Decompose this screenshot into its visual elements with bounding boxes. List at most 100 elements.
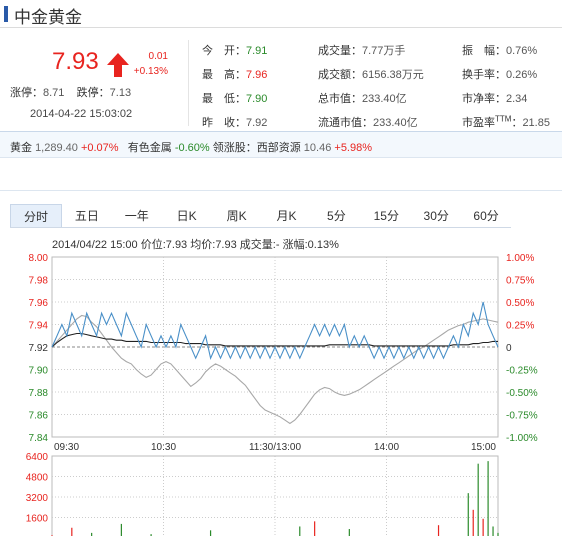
sector-panel: 黄金 1,289.40 +0.07% 有色金属 -0.60% 领涨股：西部资源 … xyxy=(0,131,562,191)
pct-tick-label: -0.25% xyxy=(506,366,538,377)
gold-change: +0.07% xyxy=(80,142,119,154)
pct-tick-label: 0.25% xyxy=(506,321,534,332)
volume-tick-label: 3200 xyxy=(26,493,49,504)
stat-5: 成交额：6156.38万元 xyxy=(318,66,424,82)
price-line xyxy=(51,301,499,360)
stat-label-suffix: ： xyxy=(511,117,523,129)
stat-label: 总市值： xyxy=(318,93,362,105)
stat-value: 21.85 xyxy=(522,117,550,129)
price-tick-label: 8.00 xyxy=(29,253,49,264)
stat-value: 233.40亿 xyxy=(373,117,418,129)
tab-3[interactable]: 日K xyxy=(162,204,212,227)
tab-8[interactable]: 30分 xyxy=(411,204,461,227)
sector-row: 黄金 1,289.40 +0.07% 有色金属 -0.60% 领涨股：西部资源 … xyxy=(0,132,562,158)
stat-0: 今 开：7.91 xyxy=(202,42,267,58)
price-tick-label: 7.94 xyxy=(29,321,49,332)
gold-label[interactable]: 黄金 xyxy=(10,142,32,154)
current-price: 7.93 xyxy=(52,48,99,75)
stat-value: 0.76% xyxy=(506,45,538,57)
stat-2: 最 低：7.90 xyxy=(202,90,267,106)
pct-tick-label: 0.75% xyxy=(506,276,534,287)
stat-10: 市净率：2.34 xyxy=(462,90,527,106)
price-tick-label: 7.86 xyxy=(29,411,49,422)
gold-value: 1,289.40 xyxy=(35,142,78,154)
stat-label: 换手率： xyxy=(462,69,506,81)
tab-2[interactable]: 一年 xyxy=(112,204,162,227)
quote-panel: 7.93 0.01 +0.13% 涨停：8.71 跌停：7.13 2014-04… xyxy=(0,36,562,130)
stat-label: 市净率： xyxy=(462,93,506,105)
stat-value: 6156.38万元 xyxy=(362,69,424,81)
stat-value: 7.90 xyxy=(246,93,268,105)
leader-label: 领涨股： xyxy=(212,142,257,154)
tab-4[interactable]: 周K xyxy=(212,204,262,227)
stat-label: 最 高： xyxy=(202,69,246,81)
price-tick-label: 7.98 xyxy=(29,276,49,287)
tab-1[interactable]: 五日 xyxy=(62,204,112,227)
metal-label[interactable]: 有色金属 xyxy=(128,142,172,154)
volume-tick-label: 1600 xyxy=(26,514,49,525)
stat-value: 0.26% xyxy=(506,69,538,81)
time-tick-label: 09:30 xyxy=(54,442,79,453)
time-tick-label: 14:00 xyxy=(374,442,399,453)
stat-value: 7.77万手 xyxy=(362,45,406,57)
limit-up-value: 8.71 xyxy=(43,87,65,99)
stat-label: 今 开： xyxy=(202,45,246,57)
stat-4: 成交量：7.77万手 xyxy=(318,42,405,58)
price-tick-label: 7.96 xyxy=(29,298,49,309)
stat-label: 成交额： xyxy=(318,69,362,81)
tab-9[interactable]: 60分 xyxy=(461,204,511,227)
leader-change: +5.98% xyxy=(334,142,373,154)
tab-5[interactable]: 月K xyxy=(262,204,312,227)
pct-tick-label: -0.75% xyxy=(506,411,538,422)
tab-6[interactable]: 5分 xyxy=(311,204,361,227)
title-marker xyxy=(4,6,8,22)
quote-datetime: 2014-04-22 15:03:02 xyxy=(30,108,133,120)
stat-11: 市盈率TTM：21.85 xyxy=(462,114,550,130)
stat-3: 昨 收：7.92 xyxy=(202,114,267,130)
price-tick-label: 7.88 xyxy=(29,388,49,399)
stat-value: 233.40亿 xyxy=(362,93,407,105)
leader-name[interactable]: 西部资源 xyxy=(257,142,301,154)
tab-7[interactable]: 15分 xyxy=(361,204,411,227)
title-bar: 中金黄金 xyxy=(0,0,562,28)
time-tick-label: 10:30 xyxy=(151,442,176,453)
price-limits: 涨停：8.71 跌停：7.13 xyxy=(10,84,131,100)
leader-price: 10.46 xyxy=(303,142,332,154)
pct-tick-label: -0.50% xyxy=(506,388,538,399)
chart-tabs: 分时 五日 一年 日K 周K 月K 5分 15分 30分 60分 xyxy=(10,204,511,228)
stat-6: 总市值：233.40亿 xyxy=(318,90,407,106)
time-tick-label: 11:30/13:00 xyxy=(249,442,302,453)
stat-label: 昨 收： xyxy=(202,117,246,129)
stock-name: 中金黄金 xyxy=(14,8,82,27)
volume-tick-label: 6400 xyxy=(26,452,49,463)
stat-7: 流通市值：233.40亿 xyxy=(318,114,418,130)
price-tick-label: 7.92 xyxy=(29,343,49,354)
stat-value: 7.92 xyxy=(246,117,268,129)
stat-label: 振 幅： xyxy=(462,45,506,57)
stat-1: 最 高：7.96 xyxy=(202,66,267,82)
time-tick-label: 15:00 xyxy=(471,442,496,453)
pct-tick-label: 0.50% xyxy=(506,298,534,309)
stat-value: 7.91 xyxy=(246,45,268,57)
stat-label-sup: TTM xyxy=(495,114,512,124)
stat-label: 最 低： xyxy=(202,93,246,105)
tab-0[interactable]: 分时 xyxy=(10,204,62,227)
limit-up-label: 涨停： xyxy=(10,87,43,99)
pct-tick-label: 0 xyxy=(506,343,512,354)
intraday-chart[interactable]: 8.00 1.00% 7.98 0.75% 7.96 0.50% 7.94 0.25% 7.92… xyxy=(0,248,562,536)
pct-tick-label: 1.00% xyxy=(506,253,534,264)
pct-tick-label: -1.00% xyxy=(506,433,538,444)
stat-value: 2.34 xyxy=(506,93,528,105)
stat-label: 流通市值： xyxy=(318,117,373,129)
stat-9: 换手率：0.26% xyxy=(462,66,537,82)
limit-down-label: 跌停： xyxy=(76,87,110,99)
price-tick-label: 7.84 xyxy=(29,433,49,444)
limit-down-value: 7.13 xyxy=(109,87,132,99)
stat-value: 7.96 xyxy=(246,69,268,81)
stat-label: 市盈率 xyxy=(462,117,495,129)
price-change-pct: +0.13% xyxy=(133,66,168,77)
price-tick-label: 7.90 xyxy=(29,366,49,377)
stat-label: 成交量： xyxy=(318,45,362,57)
metal-change: -0.60% xyxy=(174,142,210,154)
divider xyxy=(188,40,189,126)
